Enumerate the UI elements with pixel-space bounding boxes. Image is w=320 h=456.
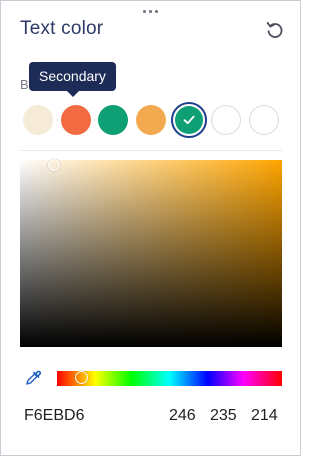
eyedropper-button[interactable]: [24, 369, 42, 387]
saturation-value-picker[interactable]: [20, 160, 282, 347]
check-icon: [183, 115, 195, 125]
undo-icon: [266, 21, 283, 38]
swatch-selected-green[interactable]: [171, 102, 207, 138]
blue-value[interactable]: 214: [251, 407, 278, 425]
swatch-cream[interactable]: [23, 105, 53, 135]
panel-title: Text color: [20, 18, 104, 39]
hue-slider-thumb[interactable]: [75, 371, 88, 384]
green-value[interactable]: 235: [210, 407, 237, 425]
red-value[interactable]: 246: [169, 407, 196, 425]
eyedropper-icon: [26, 370, 42, 385]
swatch-empty-2[interactable]: [249, 105, 279, 135]
section-label: B: [20, 77, 29, 92]
swatch-green[interactable]: [98, 105, 128, 135]
saturation-value-thumb[interactable]: [48, 159, 60, 171]
reset-button[interactable]: [263, 18, 287, 42]
text-color-panel: Text color B Secondary F6EBD6 246 235 21…: [0, 0, 301, 456]
swatch-tooltip: Secondary: [29, 62, 116, 97]
swatch-orange[interactable]: [136, 105, 166, 135]
hue-slider[interactable]: [57, 371, 282, 386]
swatch-empty-1[interactable]: [211, 105, 241, 135]
hex-value[interactable]: F6EBD6: [24, 407, 84, 425]
divider: [20, 150, 282, 151]
drag-handle-icon[interactable]: [143, 10, 158, 13]
swatch-secondary[interactable]: [61, 105, 91, 135]
